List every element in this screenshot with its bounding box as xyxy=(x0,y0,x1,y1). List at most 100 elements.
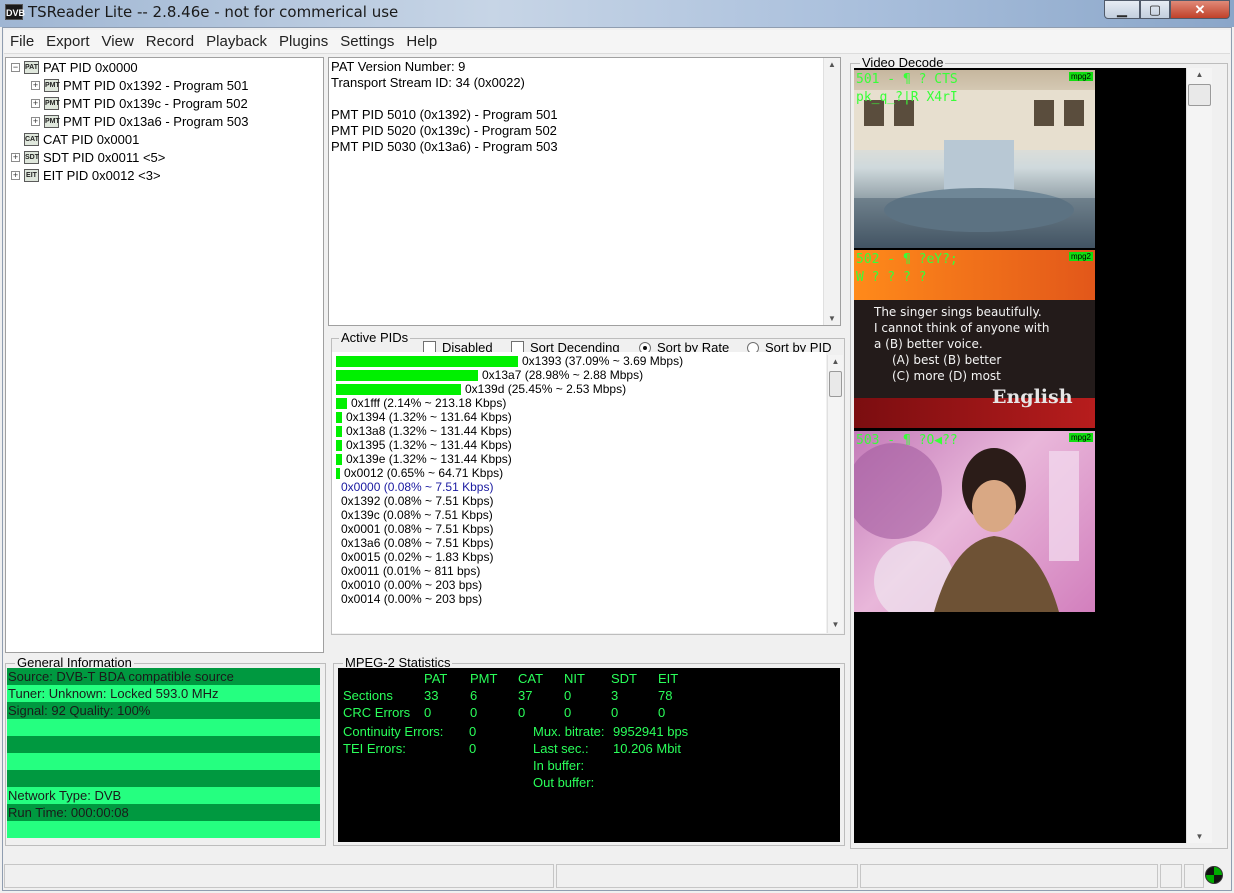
pid-row[interactable]: 0x0012 (0.65% ~ 64.71 Kbps) xyxy=(336,466,503,480)
stat-value: 0 xyxy=(658,705,666,720)
menu-bar: File Export View Record Playback Plugins… xyxy=(4,30,1230,54)
menu-file[interactable]: File xyxy=(4,31,40,53)
pid-row[interactable]: 0x13a6 (0.08% ~ 7.51 Kbps) xyxy=(336,536,493,550)
table-icon: PMT xyxy=(44,115,60,128)
pid-row[interactable]: 0x0014 (0.00% ~ 203 bps) xyxy=(336,592,482,606)
pid-row[interactable]: 0x1fff (2.14% ~ 213.18 Kbps) xyxy=(336,396,506,410)
tree-item[interactable]: CAT CAT PID 0x0001 xyxy=(11,131,139,148)
pid-row[interactable]: 0x0000 (0.08% ~ 7.51 Kbps) xyxy=(336,480,493,494)
run-time-row: Run Time: 000:00:08 xyxy=(7,804,320,821)
info-line: PAT Version Number: 9 xyxy=(331,59,466,74)
tree-item[interactable]: + EIT EIT PID 0x0012 <3> xyxy=(11,167,161,184)
pid-row[interactable]: 0x13a8 (1.32% ~ 131.44 Kbps) xyxy=(336,424,512,438)
pid-row[interactable]: 0x1395 (1.32% ~ 131.44 Kbps) xyxy=(336,438,512,452)
tree-item[interactable]: + PMT PMT PID 0x139c - Program 502 xyxy=(31,95,248,112)
scroll-thumb[interactable] xyxy=(829,371,842,397)
info-line: PMT PID 5010 (0x1392) - Program 501 xyxy=(331,107,558,122)
menu-export[interactable]: Export xyxy=(40,31,95,53)
video-scrollbar[interactable]: ▲ ▼ xyxy=(1186,68,1212,843)
menu-view[interactable]: View xyxy=(96,31,140,53)
pid-rate-bar xyxy=(336,355,518,367)
pid-row[interactable]: 0x1393 (37.09% ~ 3.69 Mbps) xyxy=(336,354,683,368)
collapse-icon[interactable]: − xyxy=(11,63,20,72)
scroll-down-icon[interactable]: ▼ xyxy=(828,620,843,629)
status-segment xyxy=(860,864,1158,888)
scroll-down-icon[interactable]: ▼ xyxy=(1187,832,1212,841)
status-segment xyxy=(1184,864,1204,888)
menu-record[interactable]: Record xyxy=(140,31,200,53)
osd-line: pk_q_?|R X4rI xyxy=(856,90,958,105)
menu-playback[interactable]: Playback xyxy=(200,31,273,53)
stat-value: 0 xyxy=(611,705,619,720)
mux-bitrate-value: 9952941 bps xyxy=(613,724,689,739)
osd-line: W ? ? ? ? xyxy=(856,270,927,285)
continuity-errors-value: 0 xyxy=(469,724,477,739)
details-scrollbar[interactable]: ▲ ▼ xyxy=(823,58,840,325)
pid-row[interactable]: 0x139d (25.45% ~ 2.53 Mbps) xyxy=(336,382,626,396)
brand-text: English xyxy=(992,386,1073,408)
pid-row[interactable]: 0x139e (1.32% ~ 131.44 Kbps) xyxy=(336,452,512,466)
tree-item-label: PMT PID 0x13a6 - Program 503 xyxy=(63,114,249,129)
title-bar: DVB TSReader Lite -- 2.8.46e - not for c… xyxy=(0,0,1234,27)
expand-icon[interactable]: + xyxy=(11,153,20,162)
osd-line: 501 - ¶ ? CTS xyxy=(856,72,958,87)
tree-item-label: PMT PID 0x1392 - Program 501 xyxy=(63,78,249,93)
expand-icon[interactable]: + xyxy=(31,117,40,126)
pid-row[interactable]: 0x0010 (0.00% ~ 203 bps) xyxy=(336,578,482,592)
maximize-button[interactable]: ▢ xyxy=(1140,0,1170,19)
pid-row[interactable]: 0x1394 (1.32% ~ 131.64 Kbps) xyxy=(336,410,512,424)
details-panel[interactable]: PAT Version Number: 9 Transport Stream I… xyxy=(328,57,841,326)
osd-line: 502 - ¶ ?eY?; xyxy=(856,252,958,267)
tree-item[interactable]: − PAT PAT PID 0x0000 xyxy=(11,59,138,76)
scroll-thumb[interactable] xyxy=(1188,84,1211,106)
stat-value: 0 xyxy=(470,705,478,720)
pid-rate-text: 0x0001 (0.08% ~ 7.51 Kbps) xyxy=(341,522,494,536)
tei-errors-label: TEI Errors: xyxy=(343,741,406,756)
menu-help[interactable]: Help xyxy=(400,31,443,53)
info-line: PMT PID 5030 (0x13a6) - Program 503 xyxy=(331,139,558,154)
active-pids-list[interactable]: 0x1393 (37.09% ~ 3.69 Mbps) 0x13a7 (28.98… xyxy=(332,352,826,633)
tree-item[interactable]: + PMT PMT PID 0x13a6 - Program 503 xyxy=(31,113,248,130)
empty-row xyxy=(7,719,320,736)
pid-row[interactable]: 0x1392 (0.08% ~ 7.51 Kbps) xyxy=(336,494,493,508)
menu-settings[interactable]: Settings xyxy=(334,31,400,53)
talk-show-scene xyxy=(854,443,1079,612)
program-501-video[interactable]: 501 - ¶ ? CTS pk_q_?|R X4rI mpg2 xyxy=(854,70,1095,248)
pid-row[interactable]: 0x0011 (0.01% ~ 811 bps) xyxy=(336,564,480,578)
pid-tree[interactable]: − PAT PAT PID 0x0000 + PMT PMT PID 0x139… xyxy=(5,57,324,653)
codec-badge: mpg2 xyxy=(1068,433,1093,442)
osd-line: 503 - ¶ ?O◀?? xyxy=(856,433,958,448)
scroll-up-icon[interactable]: ▲ xyxy=(1187,70,1212,79)
pid-row[interactable]: 0x13a7 (28.98% ~ 2.88 Mbps) xyxy=(336,368,643,382)
minimize-button[interactable]: ▁ xyxy=(1104,0,1140,19)
quiz-line: (C) more (D) most xyxy=(892,369,1001,383)
scroll-up-icon[interactable]: ▲ xyxy=(828,357,843,366)
mux-bitrate-label: Mux. bitrate: xyxy=(533,724,605,739)
quiz-line: The singer sings beautifully. xyxy=(874,305,1042,319)
menu-plugins[interactable]: Plugins xyxy=(273,31,334,53)
tree-item[interactable]: + PMT PMT PID 0x1392 - Program 501 xyxy=(31,77,248,94)
expand-icon[interactable]: + xyxy=(11,171,20,180)
in-buffer-label: In buffer: xyxy=(533,758,585,773)
pid-row[interactable]: 0x139c (0.08% ~ 7.51 Kbps) xyxy=(336,508,493,522)
window-title: TSReader Lite -- 2.8.46e - not for comme… xyxy=(28,3,399,21)
pid-rate-text: 0x1fff (2.14% ~ 213.18 Kbps) xyxy=(351,396,507,410)
pid-row[interactable]: 0x0015 (0.02% ~ 1.83 Kbps) xyxy=(336,550,493,564)
pid-row[interactable]: 0x0001 (0.08% ~ 7.51 Kbps) xyxy=(336,522,493,536)
program-502-video[interactable]: 502 - ¶ ?eY?; W ? ? ? ? mpg2 The singer … xyxy=(854,250,1095,428)
pid-rate-text: 0x0012 (0.65% ~ 64.71 Kbps) xyxy=(344,466,504,480)
pid-rate-text: 0x0010 (0.00% ~ 203 bps) xyxy=(341,578,483,592)
tree-item-label: EIT PID 0x0012 <3> xyxy=(43,168,161,183)
stat-header: EIT xyxy=(658,671,679,686)
tree-item[interactable]: + SDT SDT PID 0x0011 <5> xyxy=(11,149,165,166)
out-buffer-label: Out buffer: xyxy=(533,775,595,790)
stat-header: CAT xyxy=(518,671,544,686)
pids-scrollbar[interactable]: ▲ ▼ xyxy=(827,355,843,633)
pid-rate-bar xyxy=(336,397,347,409)
program-503-video[interactable]: 503 - ¶ ?O◀?? mpg2 xyxy=(854,431,1095,612)
scroll-up-icon[interactable]: ▲ xyxy=(824,60,840,69)
close-button[interactable]: ✕ xyxy=(1170,0,1230,19)
expand-icon[interactable]: + xyxy=(31,81,40,90)
scroll-down-icon[interactable]: ▼ xyxy=(824,314,840,323)
expand-icon[interactable]: + xyxy=(31,99,40,108)
